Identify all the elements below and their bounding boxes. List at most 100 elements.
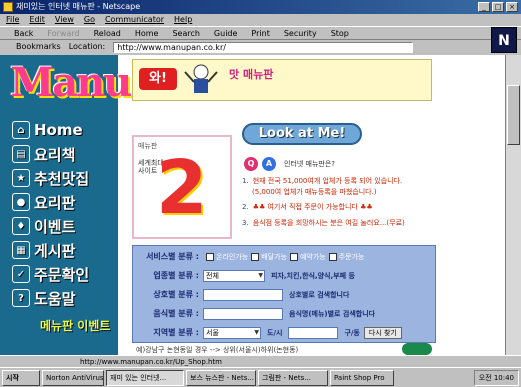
netscape-app-icon (3, 2, 13, 12)
check-icon: ✓ (12, 265, 30, 283)
qa-row[interactable]: Q A 인터넷 매뉴판은? (244, 157, 335, 171)
manu-logo[interactable]: Manu (10, 59, 132, 117)
windows-taskbar: 시작 Norton AntiVirus 재미 있는 인터넷... 보스 뉴스판 … (0, 367, 521, 387)
board-icon: ▦ (12, 241, 30, 259)
menu-edit[interactable]: Edit (29, 14, 45, 26)
name-input[interactable] (203, 288, 283, 301)
help-icon: ? (12, 289, 30, 307)
menu-go[interactable]: Go (84, 14, 95, 26)
q-icon: Q (244, 157, 258, 171)
sidebar-item-label: 주문확인 (34, 265, 90, 284)
status-bar: http://www.manupan.co.kr/Up_Shop.htm (0, 355, 521, 367)
taskbar-item-norton[interactable]: Norton AntiVirus (42, 369, 104, 386)
close-button[interactable]: × (506, 2, 518, 12)
info-line-1: 1. 현재 전국 51,000여개 업체가 등록 되어 있습니다. (242, 177, 403, 185)
qa-text: 인터넷 매뉴판은? (284, 160, 336, 168)
sidebar-item-recommended[interactable]: ★ 추천맛집 (12, 167, 116, 189)
banner-red-label: 와! (139, 68, 177, 90)
info-line-3[interactable]: 3. 음식점 등록을 희망하시는 분은 여길 눌러요...(무료) (242, 219, 405, 228)
look-at-me-banner[interactable]: Look at Me! (242, 123, 362, 145)
category-row: 업종별 분류 : 전체 피자,치킨,한식,양식,부페 등 (133, 267, 437, 284)
home-button[interactable]: Home (135, 27, 159, 39)
anniversary-event-box[interactable]: 매뉴판 세계최대 사이트 2 (132, 135, 232, 239)
sidebar-item-event[interactable]: ♦ 이벤트 (12, 215, 116, 237)
location-label: Location: (68, 42, 106, 51)
minimize-button[interactable]: _ (478, 2, 490, 12)
sidebar-item-label: 도움말 (34, 289, 76, 308)
region-unit: 도/시 (267, 328, 283, 337)
menu-bar: File Edit View Go Communicator Help (0, 14, 521, 26)
district-label: 구/동 (344, 328, 360, 337)
region-select[interactable]: 서울 (203, 326, 261, 339)
food-row: 음식별 분류 : 음식명(메뉴)별로 검색합니다 (133, 305, 437, 322)
taskbar-item-paint[interactable]: 그림판 - Nets... (258, 369, 328, 386)
sidebar-item-label: Home (34, 121, 83, 139)
back-button[interactable]: Back (14, 27, 33, 39)
taskbar-item-news[interactable]: 보스 뉴스판 - Nets... (186, 369, 256, 386)
checkbox-order[interactable]: 주문가능 (328, 252, 365, 262)
sidebar-item-home[interactable]: ⌂ Home (12, 119, 116, 141)
sidebar-item-label: 요리책 (34, 145, 76, 164)
sidebar-event-link[interactable]: 메뉴판 이벤트 (40, 320, 110, 333)
food-label: 음식별 분류 : (153, 309, 199, 318)
search-button[interactable]: Search (172, 27, 199, 39)
category-select[interactable]: 전체 (203, 269, 265, 282)
search-submit-button[interactable]: 다시 찾기 (363, 326, 402, 339)
forward-button[interactable]: Forward (47, 27, 79, 39)
region-example-note: 예)강남구 논현동일 경우 --> 상위(서울시)하위(논현동) (136, 346, 299, 354)
star-icon: ★ (12, 169, 30, 187)
food-input[interactable] (203, 307, 283, 320)
name-label: 상호별 분류 : (153, 290, 199, 299)
search-form: 서비스별 분류 : 온라인가능 배달가능 예약가능 주문가능 업종별 분류 : … (132, 245, 436, 343)
scrollbar-thumb[interactable] (507, 85, 520, 145)
start-button[interactable]: 시작 (2, 369, 40, 386)
stop-button[interactable]: Stop (331, 27, 349, 39)
sidebar-item-label: 추천맛집 (34, 169, 90, 188)
info-line-1b: (5,000여 업체가 매뉴등록을 마쳤습니다.) (252, 188, 377, 196)
menu-help[interactable]: Help (174, 14, 192, 26)
food-note: 음식명(메뉴)별로 검색합니다 (289, 309, 376, 318)
menu-file[interactable]: File (6, 14, 19, 26)
taskbar-item-manupan[interactable]: 재미 있는 인터넷... (106, 369, 184, 386)
url-input[interactable]: http://www.manupan.co.kr/ (113, 41, 414, 53)
maximize-button[interactable]: □ (492, 2, 504, 12)
checkbox-online[interactable]: 온라인가능 (206, 252, 248, 262)
print-button[interactable]: Print (251, 27, 269, 39)
checkbox-delivery[interactable]: 배달가능 (251, 252, 287, 262)
green-badge-icon[interactable] (402, 343, 432, 355)
page-content: Manu ⌂ Home ▤ 요리책 ★ 추천맛집 ● 요리판 ♦ 이벤트 ▦ 게… (0, 55, 505, 355)
checkbox-reservation[interactable]: 예약가능 (289, 252, 326, 262)
sidebar-item-label: 게시판 (34, 241, 76, 260)
mascot-character-icon (184, 64, 218, 93)
menu-communicator[interactable]: Communicator (105, 14, 164, 26)
security-button[interactable]: Security (284, 27, 317, 39)
a-icon: A (262, 157, 276, 171)
region-label: 지역별 분류 : (153, 328, 199, 337)
sidebar-item-board[interactable]: ▦ 게시판 (12, 239, 116, 261)
gift-icon: ♦ (12, 217, 30, 235)
guide-button[interactable]: Guide (214, 27, 238, 39)
service-row: 서비스별 분류 : 온라인가능 배달가능 예약가능 주문가능 (133, 248, 437, 265)
reload-button[interactable]: Reload (94, 27, 121, 39)
sidebar-item-cookbook[interactable]: ▤ 요리책 (12, 143, 116, 165)
menu-view[interactable]: View (55, 14, 74, 26)
name-note: 상호별로 검색합니다 (289, 290, 350, 299)
top-banner[interactable]: 와! 맛 매뉴판 (132, 59, 432, 101)
sidebar-menu: Manu ⌂ Home ▤ 요리책 ★ 추천맛집 ● 요리판 ♦ 이벤트 ▦ 게… (0, 55, 132, 355)
sidebar-item-label: 이벤트 (34, 217, 76, 236)
district-input[interactable] (288, 326, 339, 339)
sidebar-item-order-check[interactable]: ✓ 주문확인 (12, 263, 116, 285)
banner-text: 맛 매뉴판 (229, 68, 274, 81)
anniversary-big-number: 2 (156, 145, 208, 231)
service-label: 서비스별 분류 : (146, 252, 199, 261)
sidebar-item-cooking-board[interactable]: ● 요리판 (12, 191, 116, 213)
vertical-scrollbar[interactable] (505, 55, 521, 355)
bookmarks-button[interactable]: Bookmarks (16, 40, 61, 54)
anniversary-top-text: 매뉴판 (138, 142, 158, 150)
window-title-bar: 재미있는 인터넷 매뉴판 - Netscape _ □ × (0, 0, 521, 14)
category-label: 업종별 분류 : (153, 271, 199, 280)
info-line-2[interactable]: 2. ♣♣ 여기서 직접 주문이 가능합니다 ♣♣ (242, 203, 373, 212)
home-icon: ⌂ (12, 121, 30, 139)
sidebar-item-help[interactable]: ? 도움말 (12, 287, 116, 309)
taskbar-item-paintshop[interactable]: Paint Shop Pro (330, 369, 394, 386)
